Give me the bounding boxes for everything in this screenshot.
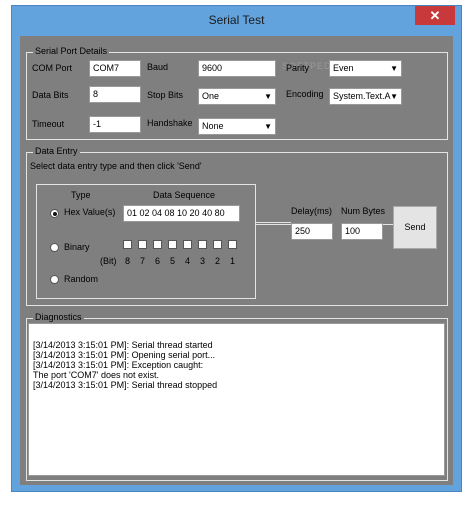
- bit-4-checkbox[interactable]: [183, 240, 192, 249]
- handshake-value: None: [202, 121, 224, 131]
- title-bar[interactable]: Serial Test ✕: [12, 6, 461, 34]
- sequence-header: Data Sequence: [153, 190, 216, 200]
- data-bits-field[interactable]: 8: [89, 86, 141, 103]
- log-line: The port 'COM7' does not exist.: [33, 370, 159, 380]
- num-bytes-label: Num Bytes: [341, 206, 386, 216]
- chevron-down-icon: ▼: [264, 122, 272, 131]
- client-area: Serial Port Details COM Port COM7 Baud 9…: [20, 36, 453, 485]
- handshake-select[interactable]: None ▼: [198, 118, 276, 135]
- chevron-down-icon: ▼: [264, 92, 272, 101]
- log-line: [3/14/2013 3:15:01 PM]: Exception caught…: [33, 360, 204, 370]
- random-label: Random: [64, 274, 99, 284]
- parity-select[interactable]: Even ▼: [329, 60, 402, 77]
- stop-bits-label: Stop Bits: [147, 90, 184, 100]
- send-button[interactable]: Send: [393, 206, 437, 249]
- bit-3-checkbox[interactable]: [198, 240, 207, 249]
- encoding-value: System.Text.A: [333, 91, 391, 101]
- binary-radio[interactable]: [50, 243, 59, 252]
- bit-number: 2: [215, 256, 221, 266]
- app-window: Serial Test ✕ Serial Port Details COM Po…: [11, 5, 462, 492]
- com-port-label: COM Port: [32, 63, 73, 73]
- baud-field[interactable]: 9600: [198, 60, 276, 77]
- binary-label: Binary: [64, 242, 90, 252]
- connector-line: [383, 224, 393, 225]
- log-line: [3/14/2013 3:15:01 PM]: Serial thread st…: [33, 380, 218, 390]
- data-bits-label: Data Bits: [32, 90, 69, 100]
- log-line: [3/14/2013 3:15:01 PM]: Opening serial p…: [33, 350, 216, 360]
- chevron-down-icon: ▼: [390, 64, 398, 73]
- chevron-down-icon: ▼: [390, 92, 398, 101]
- com-port-field[interactable]: COM7: [89, 60, 141, 77]
- bit-7-checkbox[interactable]: [138, 240, 147, 249]
- diagnostics-legend: Diagnostics: [33, 312, 84, 322]
- bit-number: 4: [185, 256, 191, 266]
- hex-radio[interactable]: [50, 209, 59, 218]
- parity-value: Even: [333, 63, 354, 73]
- type-header: Type: [71, 190, 91, 200]
- random-radio[interactable]: [50, 275, 59, 284]
- encoding-select[interactable]: System.Text.A ▼: [329, 88, 402, 105]
- stop-bits-select[interactable]: One ▼: [198, 88, 276, 105]
- connector-line: [256, 224, 291, 225]
- hex-sequence-field[interactable]: 01 02 04 08 10 20 40 80: [123, 205, 240, 222]
- window-title: Serial Test: [208, 13, 265, 27]
- bit-5-checkbox[interactable]: [168, 240, 177, 249]
- bit-1-checkbox[interactable]: [228, 240, 237, 249]
- close-icon[interactable]: ✕: [415, 6, 455, 25]
- handshake-label: Handshake: [147, 118, 193, 128]
- parity-label: Parity: [286, 63, 310, 73]
- diagnostics-log[interactable]: [3/14/2013 3:15:01 PM]: Serial thread st…: [28, 323, 445, 476]
- connector-line: [256, 222, 291, 223]
- bit-number: 5: [170, 256, 176, 266]
- num-bytes-field[interactable]: 100: [341, 223, 383, 240]
- timeout-label: Timeout: [32, 119, 65, 129]
- encoding-label: Encoding: [286, 89, 324, 99]
- delay-field[interactable]: 250: [291, 223, 333, 240]
- bit-label: (Bit): [100, 256, 117, 266]
- bit-2-checkbox[interactable]: [213, 240, 222, 249]
- bit-8-checkbox[interactable]: [123, 240, 132, 249]
- bit-number: 7: [140, 256, 146, 266]
- bit-number: 1: [230, 256, 236, 266]
- data-entry-legend: Data Entry: [33, 146, 80, 156]
- bit-6-checkbox[interactable]: [153, 240, 162, 249]
- stop-bits-value: One: [202, 91, 220, 101]
- bit-number: 8: [125, 256, 131, 266]
- bit-number: 3: [200, 256, 206, 266]
- serial-port-legend: Serial Port Details: [33, 46, 110, 56]
- baud-label: Baud: [147, 62, 169, 72]
- timeout-field[interactable]: -1: [89, 116, 141, 133]
- hex-label: Hex Value(s): [64, 207, 116, 217]
- delay-label: Delay(ms): [291, 206, 333, 216]
- bit-number: 6: [155, 256, 161, 266]
- data-entry-instruction: Select data entry type and then click 'S…: [30, 161, 202, 171]
- log-line: [3/14/2013 3:15:01 PM]: Serial thread st…: [33, 340, 213, 350]
